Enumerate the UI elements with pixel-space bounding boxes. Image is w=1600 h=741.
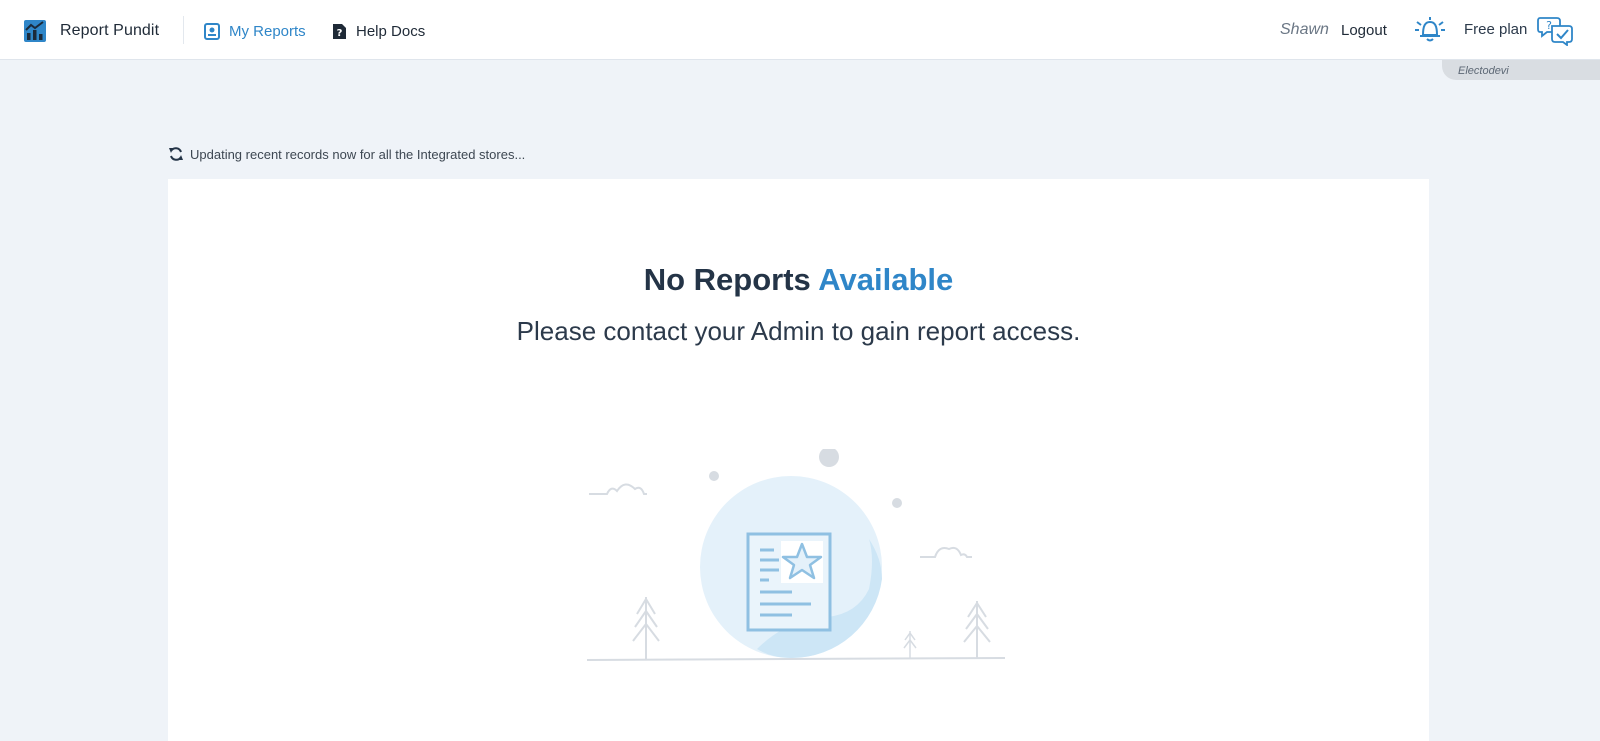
- svg-text:?: ?: [337, 28, 343, 39]
- reports-icon: [204, 22, 220, 40]
- store-selector-tab[interactable]: Electodevi: [1442, 60, 1600, 80]
- nav-help-docs[interactable]: ? Help Docs: [332, 20, 425, 42]
- empty-state-title-main: No Reports: [643, 262, 811, 297]
- empty-state-subtitle: Please contact your Admin to gain report…: [516, 316, 1081, 346]
- refresh-icon: [169, 147, 183, 161]
- sync-status: Updating recent records now for all the …: [168, 145, 525, 163]
- empty-state-title: No Reports Available: [168, 262, 1429, 298]
- app-name: Report Pundit: [60, 22, 160, 39]
- logout-link[interactable]: Logout: [1341, 22, 1387, 39]
- plan-badge[interactable]: Free plan: [1464, 21, 1527, 38]
- nav-my-reports-label: My Reports: [229, 22, 306, 40]
- help-doc-icon: ?: [333, 23, 346, 39]
- empty-state-title-accent: Available: [818, 262, 954, 297]
- reports-card: No Reports Available Please contact your…: [168, 179, 1429, 741]
- nav-my-reports[interactable]: My Reports: [204, 20, 306, 42]
- user-name: Shawn: [1280, 21, 1329, 38]
- chat-help-icon[interactable]: ?: [1537, 14, 1573, 46]
- top-navigation-bar: Report Pundit My Reports ? Help Docs Sha…: [0, 0, 1600, 60]
- sync-status-text: Updating recent records now for all the …: [190, 146, 526, 162]
- bell-icon[interactable]: [1413, 14, 1447, 44]
- empty-reports-illustration: [587, 449, 1006, 661]
- store-name: Electodevi: [1458, 65, 1509, 77]
- nav-help-docs-label: Help Docs: [356, 22, 426, 40]
- nav-divider: [183, 16, 184, 44]
- brand[interactable]: Report Pundit: [24, 18, 159, 44]
- chart-logo-icon: [24, 20, 46, 42]
